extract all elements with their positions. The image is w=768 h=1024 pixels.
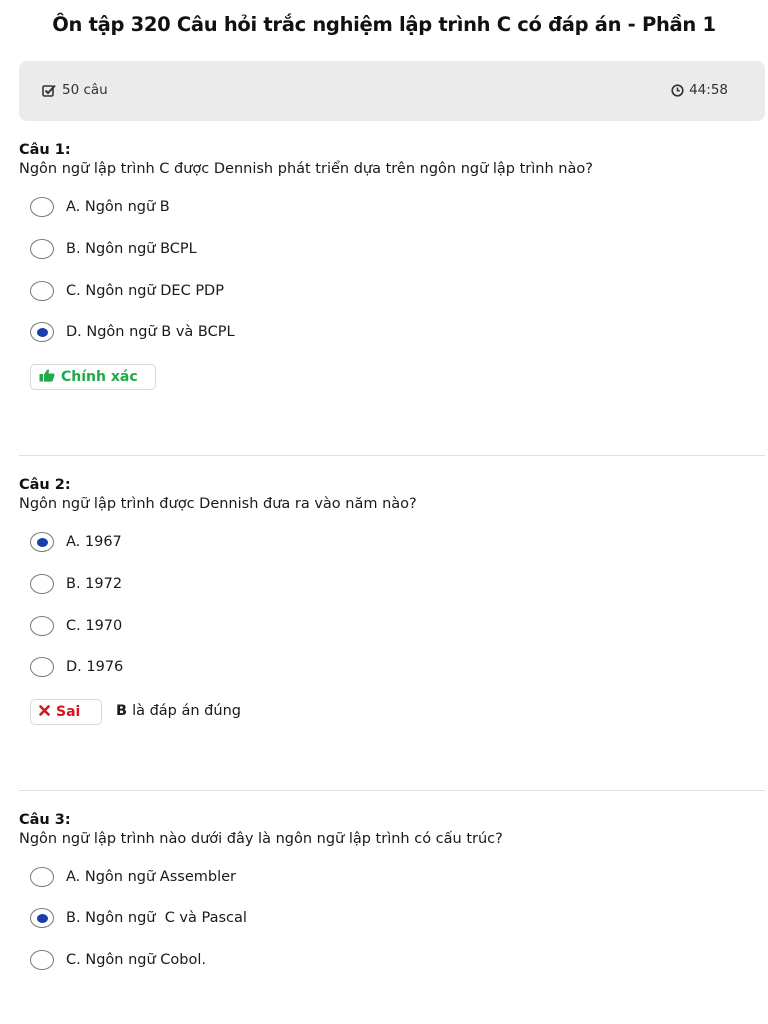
checkbox-check-icon bbox=[42, 84, 57, 97]
clock-icon bbox=[671, 83, 684, 97]
radio-button[interactable] bbox=[30, 657, 54, 677]
timer-label: 44:58 bbox=[689, 82, 728, 98]
option-b[interactable]: B. Ngôn ngữ BCPL bbox=[30, 239, 197, 259]
option-label: C. 1970 bbox=[66, 618, 123, 634]
result-badge-correct: Chính xác bbox=[30, 364, 156, 390]
radio-button[interactable] bbox=[30, 322, 54, 342]
option-d[interactable]: D. 1976 bbox=[30, 657, 123, 677]
option-c[interactable]: C. Ngôn ngữ Cobol. bbox=[30, 950, 206, 970]
question-text: Ngôn ngữ lập trình được Dennish đưa ra v… bbox=[19, 496, 417, 512]
question-divider bbox=[19, 790, 765, 791]
question-text: Ngôn ngữ lập trình nào dưới đây là ngôn … bbox=[19, 831, 503, 847]
option-b[interactable]: B. Ngôn ngữ C và Pascal bbox=[30, 908, 247, 928]
option-b[interactable]: B. 1972 bbox=[30, 574, 122, 594]
option-label: C. Ngôn ngữ Cobol. bbox=[66, 952, 206, 968]
radio-button[interactable] bbox=[30, 197, 54, 217]
question-3: Câu 3: Ngôn ngữ lập trình nào dưới đây l… bbox=[19, 811, 749, 970]
question-2: Câu 2: Ngôn ngữ lập trình được Dennish đ… bbox=[19, 476, 749, 725]
option-c[interactable]: C. Ngôn ngữ DEC PDP bbox=[30, 281, 224, 301]
question-number: Câu 1: bbox=[19, 142, 71, 158]
page-title: Ôn tập 320 Câu hỏi trắc nghiệm lập trình… bbox=[52, 13, 716, 36]
question-number: Câu 3: bbox=[19, 812, 71, 828]
question-number: Câu 2: bbox=[19, 477, 71, 493]
radio-button[interactable] bbox=[30, 532, 54, 552]
option-a[interactable]: A. Ngôn ngữ Assembler bbox=[30, 867, 236, 887]
question-1: Câu 1: Ngôn ngữ lập trình C được Dennish… bbox=[19, 141, 749, 390]
result-badge-wrong: Sai bbox=[30, 699, 102, 725]
correct-answer-note: Blà đáp án đúng bbox=[116, 703, 241, 719]
option-label: D. Ngôn ngữ B và BCPL bbox=[66, 324, 235, 340]
option-label: B. Ngôn ngữ BCPL bbox=[66, 241, 197, 257]
question-count-label: 50 câu bbox=[62, 82, 108, 98]
option-a[interactable]: A. Ngôn ngữ B bbox=[30, 197, 170, 217]
close-icon bbox=[39, 704, 50, 720]
thumbs-up-icon bbox=[39, 368, 55, 386]
option-label: D. 1976 bbox=[66, 659, 124, 675]
quiz-info-bar: 50 câu 44:58 bbox=[19, 61, 765, 121]
radio-button[interactable] bbox=[30, 867, 54, 887]
result-label: Sai bbox=[56, 704, 81, 720]
radio-button[interactable] bbox=[30, 950, 54, 970]
option-label: A. Ngôn ngữ Assembler bbox=[66, 869, 236, 885]
option-label: A. 1967 bbox=[66, 534, 122, 550]
option-label: C. Ngôn ngữ DEC PDP bbox=[66, 283, 224, 299]
radio-button[interactable] bbox=[30, 281, 54, 301]
option-a[interactable]: A. 1967 bbox=[30, 532, 122, 552]
radio-button[interactable] bbox=[30, 908, 54, 928]
radio-button[interactable] bbox=[30, 574, 54, 594]
question-count: 50 câu bbox=[42, 82, 108, 98]
radio-button[interactable] bbox=[30, 616, 54, 636]
option-label: A. Ngôn ngữ B bbox=[66, 199, 170, 215]
radio-button[interactable] bbox=[30, 239, 54, 259]
timer: 44:58 bbox=[671, 82, 728, 98]
question-text: Ngôn ngữ lập trình C được Dennish phát t… bbox=[19, 161, 593, 177]
option-label: B. Ngôn ngữ C và Pascal bbox=[66, 910, 247, 926]
option-d[interactable]: D. Ngôn ngữ B và BCPL bbox=[30, 322, 235, 342]
option-label: B. 1972 bbox=[66, 576, 123, 592]
result-label: Chính xác bbox=[61, 369, 138, 385]
question-divider bbox=[19, 455, 765, 456]
correct-answer-letter: B bbox=[116, 703, 128, 719]
option-c[interactable]: C. 1970 bbox=[30, 616, 122, 636]
correct-answer-text: là đáp án đúng bbox=[132, 703, 241, 719]
